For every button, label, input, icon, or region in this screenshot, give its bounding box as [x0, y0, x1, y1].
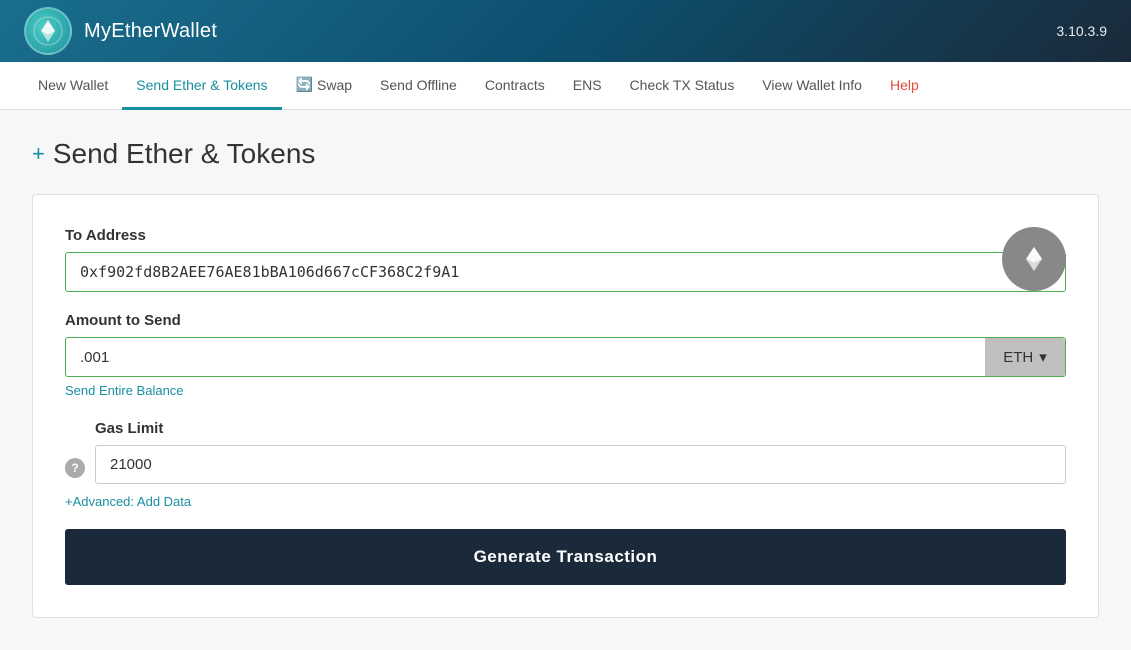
- plus-icon: +: [32, 141, 45, 167]
- send-entire-balance-link[interactable]: Send Entire Balance: [65, 383, 184, 398]
- nav-send-offline[interactable]: Send Offline: [366, 63, 471, 110]
- amount-row: ETH ▾: [65, 337, 1066, 377]
- nav-ens[interactable]: ENS: [559, 63, 616, 110]
- to-address-field-group: To Address: [65, 227, 1066, 292]
- gas-limit-row: ? Gas Limit: [65, 420, 1066, 484]
- amount-input[interactable]: [66, 338, 985, 376]
- app-logo: [24, 7, 72, 55]
- to-address-label: To Address: [65, 227, 1066, 244]
- nav-new-wallet[interactable]: New Wallet: [24, 63, 122, 110]
- gas-help-icon[interactable]: ?: [65, 458, 85, 478]
- nav-help[interactable]: Help: [876, 63, 933, 110]
- eth-logo-circle: [1002, 227, 1066, 291]
- amount-field-group: Amount to Send ETH ▾ Send Entire Balance: [65, 312, 1066, 400]
- currency-label: ETH: [1003, 349, 1033, 366]
- nav-contracts[interactable]: Contracts: [471, 63, 559, 110]
- to-address-input[interactable]: [65, 252, 1066, 292]
- generate-transaction-button[interactable]: Generate Transaction: [65, 529, 1066, 585]
- swap-icon: 🔄: [296, 76, 313, 93]
- main-nav: New Wallet Send Ether & Tokens 🔄 Swap Se…: [0, 62, 1131, 110]
- currency-selector-button[interactable]: ETH ▾: [985, 338, 1065, 376]
- currency-arrow-icon: ▾: [1039, 348, 1047, 366]
- amount-label: Amount to Send: [65, 312, 1066, 329]
- send-form-card: To Address Amount to Send ETH ▾ Send Ent…: [32, 194, 1099, 618]
- nav-check-tx[interactable]: Check TX Status: [616, 63, 749, 110]
- app-header: MyEtherWallet 3.10.3.9: [0, 0, 1131, 62]
- version-number: 3.10.3.9: [1056, 23, 1107, 39]
- nav-send-ether[interactable]: Send Ether & Tokens: [122, 63, 281, 110]
- gas-limit-input[interactable]: [95, 445, 1066, 484]
- gas-field-wrap: Gas Limit: [95, 420, 1066, 484]
- page-title-row: + Send Ether & Tokens: [32, 138, 1099, 170]
- nav-view-wallet[interactable]: View Wallet Info: [748, 63, 876, 110]
- header-logo-area: MyEtherWallet: [24, 7, 217, 55]
- app-name: MyEtherWallet: [84, 20, 217, 43]
- page-title: Send Ether & Tokens: [53, 138, 316, 170]
- gas-limit-label: Gas Limit: [95, 420, 1066, 437]
- advanced-add-data-link[interactable]: +Advanced: Add Data: [65, 494, 191, 509]
- main-content: + Send Ether & Tokens To Address Amount …: [0, 110, 1131, 646]
- nav-swap[interactable]: 🔄 Swap: [282, 63, 366, 110]
